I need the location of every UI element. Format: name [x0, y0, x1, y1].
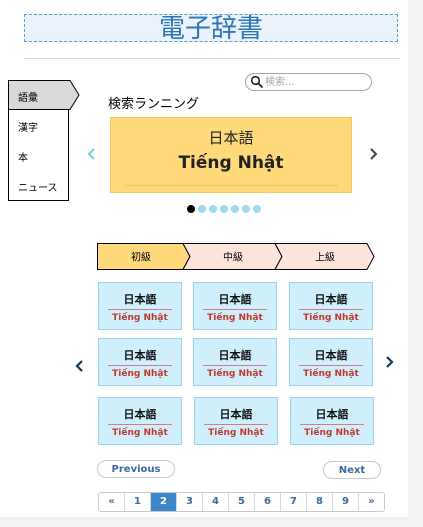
grid-next-icon[interactable] — [382, 355, 396, 369]
word-card-japanese: 日本語 — [314, 293, 348, 306]
carousel-dot[interactable] — [231, 205, 239, 213]
word-card-japanese: 日本語 — [123, 408, 157, 421]
word-card-vietnamese: Tiếng Nhật — [304, 428, 360, 438]
search-box[interactable] — [245, 73, 372, 91]
word-card[interactable]: 日本語 Tiếng Nhật — [289, 282, 373, 330]
next-button[interactable]: Next — [323, 461, 381, 479]
word-card[interactable]: 日本語 Tiếng Nhật — [289, 338, 373, 386]
word-card-japanese: 日本語 — [315, 408, 349, 421]
carousel-dot[interactable] — [242, 205, 250, 213]
word-card-vietnamese: Tiếng Nhật — [303, 313, 359, 323]
grid-prev-icon[interactable] — [73, 359, 87, 373]
level-tab-intermediate[interactable]: 中級 — [182, 243, 283, 270]
pagination-page[interactable]: 1 — [125, 493, 151, 511]
word-card[interactable]: 日本語 Tiếng Nhật — [193, 338, 277, 386]
pagination-page[interactable]: 7 — [281, 493, 307, 511]
previous-button[interactable]: Previous — [97, 460, 175, 478]
pagination-page[interactable]: 3 — [177, 493, 203, 511]
scrollbar[interactable] — [408, 0, 423, 527]
word-card-divider — [108, 365, 172, 366]
header-divider — [24, 58, 400, 59]
word-card-divider — [108, 309, 172, 310]
word-card-divider — [300, 424, 364, 425]
pagination-page[interactable]: 5 — [229, 493, 255, 511]
level-tab-advanced-label: 上級 — [315, 251, 335, 264]
pagination: « 1 2 3 4 5 6 7 8 9 » — [98, 492, 385, 512]
word-card-vietnamese: Tiếng Nhật — [207, 313, 263, 323]
word-card[interactable]: 日本語 Tiếng Nhật — [98, 338, 182, 386]
carousel-dot[interactable] — [253, 205, 261, 213]
ranking-heading: 検索ランニング — [108, 97, 200, 112]
side-menu-item-vocabulary[interactable]: 語彙 — [18, 89, 38, 104]
pagination-page[interactable]: 9 — [333, 493, 359, 511]
word-card-vietnamese: Tiếng Nhật — [112, 428, 168, 438]
pagination-last[interactable]: » — [359, 493, 384, 511]
pagination-first[interactable]: « — [99, 493, 125, 511]
word-card-vietnamese: Tiếng Nhật — [112, 313, 168, 323]
carousel-prev-icon[interactable] — [85, 147, 99, 161]
word-card-vietnamese: Tiếng Nhật — [208, 428, 264, 438]
side-menu-item-news[interactable]: ニュース — [18, 179, 58, 194]
carousel-dot[interactable] — [187, 205, 195, 213]
level-tab-beginner[interactable]: 初級 — [97, 243, 191, 270]
word-card[interactable]: 日本語 Tiếng Nhật — [193, 282, 277, 330]
pagination-page[interactable]: 6 — [255, 493, 281, 511]
side-menu-item-kanji[interactable]: 漢字 — [18, 119, 38, 134]
word-card[interactable]: 日本語 Tiếng Nhật — [98, 282, 182, 330]
word-card[interactable]: 日本語 Tiếng Nhật — [290, 397, 374, 445]
word-card[interactable]: 日本語 Tiếng Nhật — [194, 397, 278, 445]
word-card[interactable]: 日本語 Tiếng Nhật — [98, 397, 182, 445]
word-card-divider — [299, 309, 363, 310]
word-card-divider — [203, 365, 267, 366]
ranking-card-vietnamese: Tiếng Nhật — [178, 153, 284, 173]
word-card-japanese: 日本語 — [219, 408, 253, 421]
word-card-vietnamese: Tiếng Nhật — [303, 369, 359, 379]
ranking-card-divider — [125, 185, 337, 186]
level-tabs: 初級 中級 上級 — [97, 243, 375, 270]
page-title: 電子辞書 — [24, 14, 398, 43]
search-input[interactable] — [265, 75, 365, 89]
carousel-dot[interactable] — [220, 205, 228, 213]
carousel-dot[interactable] — [209, 205, 217, 213]
side-menu-item-books[interactable]: 本 — [18, 149, 28, 164]
level-tab-beginner-label: 初級 — [131, 251, 151, 264]
word-card-japanese: 日本語 — [314, 349, 348, 362]
word-card-divider — [108, 424, 172, 425]
carousel-dot[interactable] — [198, 205, 206, 213]
word-card-japanese: 日本語 — [123, 293, 157, 306]
word-card-japanese: 日本語 — [123, 349, 157, 362]
word-card-divider — [204, 424, 268, 425]
carousel-next-icon[interactable] — [366, 147, 380, 161]
pagination-page-active[interactable]: 2 — [151, 493, 177, 511]
word-card-vietnamese: Tiếng Nhật — [112, 369, 168, 379]
search-icon — [250, 75, 263, 88]
carousel-indicators — [187, 205, 267, 214]
ranking-card[interactable]: 日本語 Tiếng Nhật — [110, 117, 352, 193]
word-card-divider — [299, 365, 363, 366]
level-tab-advanced[interactable]: 上級 — [274, 243, 375, 270]
word-card-divider — [203, 309, 267, 310]
level-tab-intermediate-label: 中級 — [223, 251, 243, 264]
pagination-page[interactable]: 8 — [307, 493, 333, 511]
word-card-japanese: 日本語 — [218, 293, 252, 306]
word-card-japanese: 日本語 — [218, 349, 252, 362]
word-card-vietnamese: Tiếng Nhật — [207, 369, 263, 379]
pagination-page[interactable]: 4 — [203, 493, 229, 511]
ranking-card-japanese: 日本語 — [208, 129, 254, 147]
